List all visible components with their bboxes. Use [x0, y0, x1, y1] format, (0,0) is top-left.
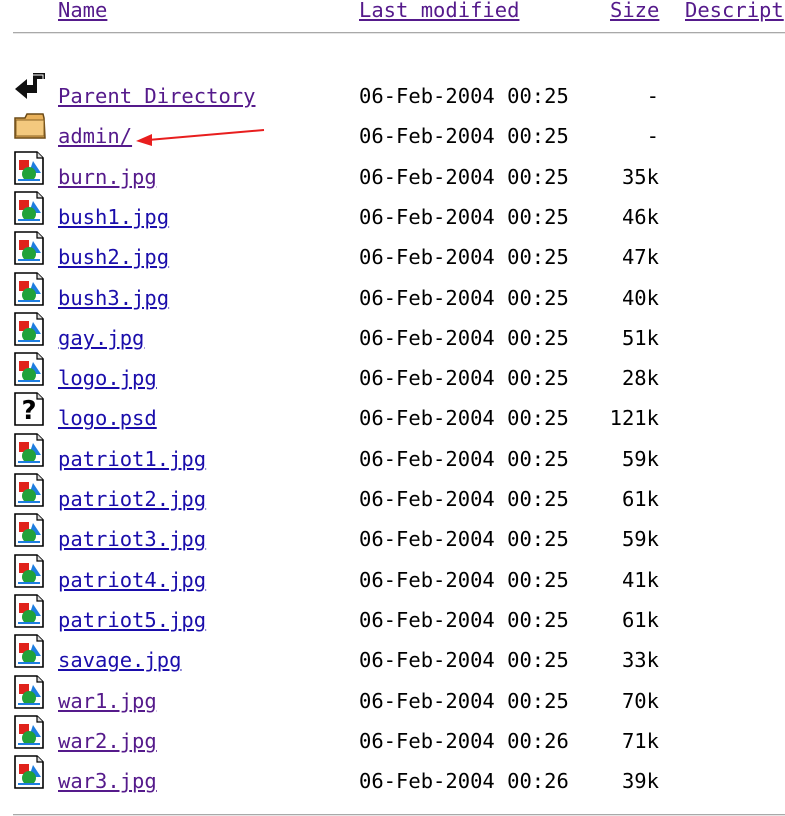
- file-size: 61k: [621, 487, 659, 511]
- file-row: ? logo.psd 06-Feb-2004 00:25 121k: [0, 392, 785, 432]
- file-size: 61k: [621, 607, 659, 632]
- image-file-icon: [13, 432, 44, 467]
- image-file-icon: [13, 473, 44, 507]
- image-file-icon: [13, 513, 44, 548]
- image-file-icon: [13, 231, 44, 265]
- last-modified: 06-Feb-2004 00:25: [359, 325, 569, 350]
- listing-header: Name Last modified Size Descript: [0, 0, 785, 26]
- file-link[interactable]: Parent Directory: [58, 84, 255, 108]
- last-modified: 06-Feb-2004 00:25: [359, 688, 569, 713]
- file-link[interactable]: logo.psd: [58, 406, 157, 430]
- file-link[interactable]: savage.jpg: [58, 648, 181, 672]
- parent-directory-icon: [13, 68, 45, 102]
- sort-by-last-modified-link[interactable]: Last modified: [359, 0, 519, 22]
- file-row: patriot1.jpg 06-Feb-2004 00:25 59k: [0, 432, 785, 473]
- file-link[interactable]: bush1.jpg: [58, 205, 169, 229]
- file-link[interactable]: patriot2.jpg: [58, 487, 206, 511]
- file-row: patriot5.jpg 06-Feb-2004 00:25 61k: [0, 594, 785, 634]
- annotation-arrow: [136, 129, 265, 146]
- file-link[interactable]: patriot5.jpg: [58, 608, 206, 632]
- file-row: patriot3.jpg 06-Feb-2004 00:25 59k: [0, 513, 785, 553]
- file-link[interactable]: war3.jpg: [58, 769, 157, 793]
- file-link[interactable]: patriot1.jpg: [58, 447, 206, 471]
- file-row: war2.jpg 06-Feb-2004 00:26 71k: [0, 714, 785, 755]
- file-row: burn.jpg 06-Feb-2004 00:25 35k: [0, 150, 785, 191]
- file-link[interactable]: admin/: [58, 124, 132, 148]
- directory-listing-page: Name Last modified Size Descript Parent …: [0, 0, 785, 816]
- last-modified: 06-Feb-2004 00:25: [359, 487, 569, 511]
- last-modified: 06-Feb-2004 00:25: [359, 366, 569, 391]
- file-row: gay.jpg 06-Feb-2004 00:25 51k: [0, 311, 785, 352]
- file-size: 33k: [621, 648, 659, 673]
- image-file-icon: [13, 634, 44, 668]
- folder-icon: [13, 110, 46, 144]
- last-modified: 06-Feb-2004 00:25: [359, 285, 569, 310]
- file-row: savage.jpg 06-Feb-2004 00:25 33k: [0, 634, 785, 674]
- file-row: Parent Directory 06-Feb-2004 00:25 -: [0, 70, 785, 110]
- last-modified: 06-Feb-2004 00:26: [359, 728, 569, 753]
- file-size: 121k: [609, 406, 659, 431]
- file-link[interactable]: war1.jpg: [58, 689, 157, 713]
- image-file-icon: [13, 191, 44, 225]
- last-modified: 06-Feb-2004 00:25: [359, 648, 569, 673]
- image-file-icon: [13, 594, 44, 628]
- file-row: admin/06-Feb-2004 00:25 -: [0, 110, 785, 150]
- last-modified: 06-Feb-2004 00:25: [359, 204, 569, 229]
- svg-text:?: ?: [21, 396, 36, 426]
- file-size: 28k: [621, 366, 659, 391]
- file-size: 71k: [621, 728, 659, 753]
- file-size: 46k: [621, 204, 659, 229]
- last-modified: 06-Feb-2004 00:25: [359, 164, 569, 189]
- file-size: 51k: [621, 325, 659, 350]
- image-file-icon: [13, 755, 44, 789]
- file-size: -: [646, 124, 659, 149]
- image-file-icon: [13, 271, 44, 306]
- file-link[interactable]: war2.jpg: [58, 729, 157, 753]
- file-size: 59k: [621, 446, 659, 471]
- sort-by-size-link[interactable]: Size: [610, 0, 659, 22]
- image-file-icon: [13, 714, 44, 749]
- file-link[interactable]: logo.jpg: [58, 366, 157, 390]
- file-row: patriot4.jpg 06-Feb-2004 00:25 41k: [0, 553, 785, 594]
- file-row: bush1.jpg 06-Feb-2004 00:25 46k: [0, 191, 785, 231]
- file-link[interactable]: bush3.jpg: [58, 286, 169, 310]
- last-modified: 06-Feb-2004 00:25: [359, 446, 569, 471]
- last-modified: 06-Feb-2004 00:25: [359, 527, 569, 552]
- file-size: 59k: [621, 527, 659, 552]
- last-modified: 06-Feb-2004 00:25: [359, 607, 569, 632]
- image-file-icon: [13, 553, 44, 588]
- file-size: 39k: [621, 769, 659, 794]
- file-row: logo.jpg 06-Feb-2004 00:25 28k: [0, 352, 785, 392]
- file-row: war3.jpg 06-Feb-2004 00:26 39k: [0, 755, 785, 795]
- last-modified: 06-Feb-2004 00:25: [359, 245, 569, 270]
- last-modified: 06-Feb-2004 00:25: [359, 406, 569, 431]
- image-file-icon: [13, 352, 44, 386]
- image-file-icon: [13, 311, 44, 346]
- file-link[interactable]: bush2.jpg: [58, 245, 169, 269]
- file-size: 41k: [621, 567, 659, 592]
- last-modified: 06-Feb-2004 00:25: [359, 124, 569, 149]
- file-link[interactable]: patriot3.jpg: [58, 527, 206, 551]
- file-link[interactable]: burn.jpg: [58, 165, 157, 189]
- file-row: patriot2.jpg 06-Feb-2004 00:25 61k: [0, 473, 785, 513]
- header-divider: [13, 32, 785, 34]
- file-row: war1.jpg 06-Feb-2004 00:25 70k: [0, 674, 785, 715]
- image-file-icon: [13, 150, 44, 185]
- file-size: 70k: [621, 688, 659, 713]
- image-file-icon: [13, 674, 44, 709]
- file-size: 35k: [621, 164, 659, 189]
- sort-by-description-link[interactable]: Descript: [685, 0, 784, 22]
- file-link[interactable]: gay.jpg: [58, 326, 144, 350]
- file-link[interactable]: patriot4.jpg: [58, 568, 206, 592]
- file-size: -: [646, 84, 659, 108]
- last-modified: 06-Feb-2004 00:26: [359, 769, 569, 794]
- file-row: bush3.jpg 06-Feb-2004 00:25 40k: [0, 271, 785, 312]
- file-size: 47k: [621, 245, 659, 270]
- file-row: bush2.jpg 06-Feb-2004 00:25 47k: [0, 231, 785, 271]
- unknown-file-icon: ?: [13, 392, 44, 426]
- sort-by-name-link[interactable]: Name: [58, 0, 107, 22]
- last-modified: 06-Feb-2004 00:25: [359, 84, 569, 108]
- file-size: 40k: [621, 285, 659, 310]
- last-modified: 06-Feb-2004 00:25: [359, 567, 569, 592]
